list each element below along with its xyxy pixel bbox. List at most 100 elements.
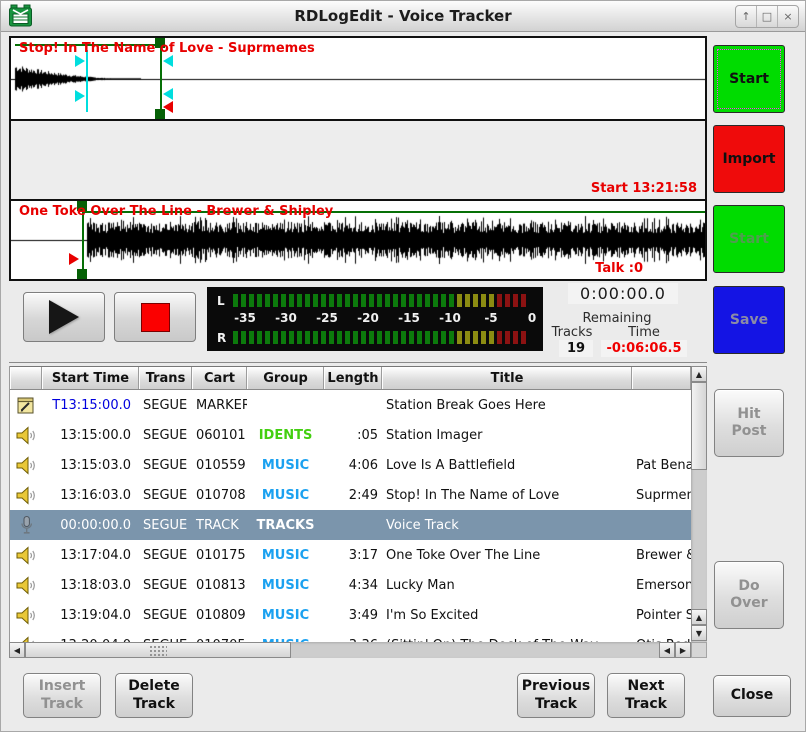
cell-start-time: 13:19:04.0 bbox=[42, 608, 139, 623]
meter-scale-tick: -15 bbox=[398, 311, 420, 325]
log-row[interactable]: 13:15:00.0SEGUE060101IDENTS:05Station Im… bbox=[10, 420, 691, 450]
segue-fade-bottom-icon[interactable] bbox=[163, 88, 173, 100]
voice-start-label: Start 13:21:58 bbox=[591, 181, 697, 196]
meter-segment bbox=[505, 331, 510, 344]
cell-trans: SEGUE bbox=[139, 398, 192, 413]
cell-group: TRACKS bbox=[247, 518, 324, 533]
meter-scale-tick: -25 bbox=[316, 311, 338, 325]
cell-length: 2:49 bbox=[324, 488, 382, 503]
stop-button[interactable] bbox=[114, 292, 196, 342]
start-record-button[interactable]: Start bbox=[713, 45, 785, 113]
meter-segment bbox=[417, 294, 422, 307]
window-controls: ↑ □ × bbox=[735, 5, 799, 28]
column-header-artist[interactable] bbox=[632, 367, 691, 389]
fade-marker-line bbox=[86, 50, 88, 112]
scroll-up2-icon[interactable]: ▲ bbox=[691, 609, 707, 625]
column-header-group[interactable]: Group bbox=[247, 367, 324, 389]
meter-segment bbox=[449, 294, 454, 307]
scroll-left2-icon[interactable]: ◀ bbox=[659, 642, 675, 658]
close-button[interactable]: Close bbox=[713, 675, 791, 717]
meter-segment bbox=[313, 294, 318, 307]
log-row[interactable]: 13:16:03.0SEGUE010708MUSIC2:49Stop! In T… bbox=[10, 480, 691, 510]
column-header-length[interactable]: Length bbox=[324, 367, 382, 389]
app-logo-icon bbox=[8, 4, 34, 28]
end-marker-icon[interactable] bbox=[163, 101, 173, 113]
meter-segment bbox=[289, 331, 294, 344]
cell-cart: 010813 bbox=[192, 578, 247, 593]
meter-segment bbox=[353, 294, 358, 307]
scroll-right-icon[interactable]: ▶ bbox=[675, 642, 691, 658]
log-row[interactable]: 13:15:03.0SEGUE010559MUSIC4:06Love Is A … bbox=[10, 450, 691, 480]
play-icon bbox=[49, 300, 79, 334]
meter-scale: -35-30-25-20-15-10-50 bbox=[207, 311, 543, 326]
meter-segment bbox=[401, 294, 406, 307]
meter-segment bbox=[393, 294, 398, 307]
meter-segment bbox=[513, 331, 518, 344]
column-header-trans[interactable]: Trans bbox=[139, 367, 192, 389]
scrollbar-grip bbox=[149, 645, 167, 656]
shade-up-icon[interactable]: ↑ bbox=[736, 6, 757, 27]
waveform-track-previous[interactable]: Stop! In The Name of Love - Suprmemes bbox=[11, 38, 705, 119]
meter-segment bbox=[465, 294, 470, 307]
close-icon[interactable]: × bbox=[778, 6, 798, 27]
window-title: RDLogEdit - Voice Tracker bbox=[1, 7, 805, 25]
speaker-icon bbox=[10, 426, 42, 445]
cell-start-time: 13:15:03.0 bbox=[42, 458, 139, 473]
remaining-label: Remaining bbox=[556, 311, 678, 326]
cell-trans: SEGUE bbox=[139, 428, 192, 443]
meter-segment bbox=[425, 331, 430, 344]
meter-segment bbox=[489, 331, 494, 344]
column-header-icon[interactable] bbox=[10, 367, 42, 389]
column-header-start-time[interactable]: Start Time bbox=[42, 367, 139, 389]
vertical-scrollbar-thumb[interactable] bbox=[691, 382, 707, 470]
log-row[interactable]: 13:17:04.0SEGUE010175MUSIC3:17One Toke O… bbox=[10, 540, 691, 570]
meter-scale-tick: -20 bbox=[357, 311, 379, 325]
next-handle-bottom[interactable] bbox=[77, 269, 87, 279]
cell-title: Station Imager bbox=[382, 428, 632, 443]
scroll-down-icon[interactable]: ▼ bbox=[691, 625, 707, 641]
cell-length: 4:34 bbox=[324, 578, 382, 593]
horizontal-scrollbar-thumb[interactable] bbox=[25, 642, 291, 658]
previous-track-button[interactable]: Previous Track bbox=[517, 673, 595, 718]
cell-group: MUSIC bbox=[247, 608, 324, 623]
meter-segment bbox=[385, 294, 390, 307]
import-button[interactable]: Import bbox=[713, 125, 785, 193]
save-button: Save bbox=[713, 286, 785, 354]
segue-fade-top-icon[interactable] bbox=[163, 55, 173, 67]
fade-marker-top-icon[interactable] bbox=[75, 55, 85, 67]
fade-marker-bottom-icon[interactable] bbox=[75, 90, 85, 102]
meter-segment bbox=[369, 331, 374, 344]
stop-icon bbox=[141, 303, 170, 332]
log-row[interactable]: T13:15:00.0SEGUEMARKERStation Break Goes… bbox=[10, 390, 691, 420]
meter-right-label: R bbox=[217, 331, 226, 345]
meter-left-label: L bbox=[217, 294, 225, 308]
meter-segment bbox=[377, 331, 382, 344]
horizontal-scrollbar[interactable]: ◀ ◀ ▶ bbox=[9, 642, 691, 658]
vertical-scrollbar[interactable]: ▲ ▲ ▼ bbox=[691, 366, 707, 642]
do-over-button: Do Over bbox=[714, 561, 784, 629]
cell-group: MUSIC bbox=[247, 578, 324, 593]
waveform-track-next[interactable]: One Toke Over The Line - Brewer & Shiple… bbox=[11, 199, 705, 279]
maximize-icon[interactable]: □ bbox=[757, 6, 778, 27]
meter-segment bbox=[233, 331, 238, 344]
log-row[interactable]: 13:19:04.0SEGUE010809MUSIC3:49I'm So Exc… bbox=[10, 600, 691, 630]
waveform-track-voice[interactable]: Start 13:21:58 bbox=[11, 119, 705, 199]
column-header-cart[interactable]: Cart bbox=[192, 367, 247, 389]
meter-scale-tick: -10 bbox=[439, 311, 461, 325]
meter-segment bbox=[257, 294, 262, 307]
log-row-selected[interactable]: 00:00:00.0SEGUETRACKTRACKSVoice Track bbox=[10, 510, 691, 540]
play-button[interactable] bbox=[23, 292, 105, 342]
scroll-up-icon[interactable]: ▲ bbox=[691, 366, 707, 382]
insert-track-button: Insert Track bbox=[23, 673, 101, 718]
next-track-button[interactable]: Next Track bbox=[607, 673, 685, 718]
meter-segment bbox=[457, 331, 462, 344]
next-start-marker-icon[interactable] bbox=[69, 253, 79, 265]
column-header-title[interactable]: Title bbox=[382, 367, 632, 389]
delete-track-button[interactable]: Delete Track bbox=[115, 673, 193, 718]
scroll-left-icon[interactable]: ◀ bbox=[9, 642, 25, 658]
previous-track-title: Stop! In The Name of Love - Suprmemes bbox=[19, 41, 315, 56]
meter-segment bbox=[345, 294, 350, 307]
log-row[interactable]: 13:18:03.0SEGUE010813MUSIC4:34Lucky ManE… bbox=[10, 570, 691, 600]
titlebar[interactable]: RDLogEdit - Voice Tracker ↑ □ × bbox=[1, 1, 805, 32]
cell-group: IDENTS bbox=[247, 428, 324, 443]
